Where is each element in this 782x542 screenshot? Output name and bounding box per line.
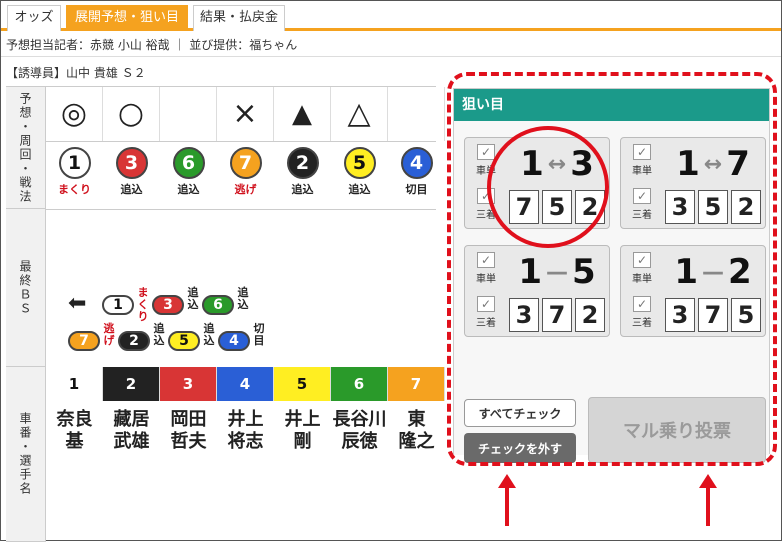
bib-number: 4 — [217, 367, 274, 401]
rider-name[interactable]: 岡田 哲夫 — [160, 409, 217, 453]
rider-tactic: 追込 — [348, 183, 371, 196]
bib-number: 3 — [160, 367, 217, 401]
bib-number: 5 — [274, 367, 331, 401]
bib-number: 1 — [46, 367, 103, 401]
row-label-final-bs: 最終ＢＳ — [6, 209, 46, 367]
prediction-mark: ○ — [103, 87, 160, 141]
prediction-mark: △ — [331, 87, 388, 141]
formation-tactic: 逃げ — [103, 322, 115, 347]
formation-rider: 5 — [168, 331, 200, 351]
row-label-bib: 車番・選手名 — [6, 367, 46, 542]
rider-prediction: 5 追込 — [331, 145, 388, 199]
rider-number-circle: 4 — [400, 147, 433, 179]
rider-tactic: 追込 — [291, 183, 314, 196]
rider-tactic: 追込 — [177, 183, 200, 196]
formation-rider: 7 — [68, 331, 100, 351]
left-arrow-icon: ⬅ — [68, 291, 87, 316]
formation-rider: 6 — [202, 295, 234, 315]
reporter-line: 予想担当記者：赤競 小山 裕哉 ｜ 並び提供：福ちゃん — [6, 38, 298, 52]
rider-number-circle: 3 — [115, 147, 148, 179]
formation-tactic: 追込 — [237, 286, 249, 311]
formation-rider: 2 — [118, 331, 150, 351]
rider-tactic: 切目 — [405, 183, 428, 196]
rider-name[interactable]: 藏居 武雄 — [103, 409, 160, 453]
rider-name[interactable]: 井上 剛 — [274, 409, 331, 453]
rider-name[interactable]: 東 隆之 — [388, 409, 445, 453]
rider-tactic: 逃げ — [234, 183, 257, 196]
bib-number: 7 — [388, 367, 445, 401]
rider-number-circle: 5 — [343, 147, 376, 179]
formation-tactic: 追込 — [203, 322, 215, 347]
row-label-prediction: 予想・周回・戦法 — [6, 87, 46, 209]
prediction-mark: ▲ — [274, 87, 331, 141]
rider-number-circle: 6 — [172, 147, 205, 179]
formation-tactic: まくり — [137, 286, 149, 323]
formation-tactic: 追込 — [153, 322, 165, 347]
rider-number-circle: 7 — [229, 147, 262, 179]
rider-name[interactable]: 奈良 基 — [46, 409, 103, 453]
highlight-dashed-frame — [447, 72, 777, 466]
prediction-mark: ◎ — [46, 87, 103, 141]
rider-name[interactable]: 井上 将志 — [217, 409, 274, 453]
rider-prediction: 6 追込 — [160, 145, 217, 199]
up-arrow-icon — [706, 486, 710, 526]
rider-prediction: 7 逃げ — [217, 145, 274, 199]
race-table: 予想・周回・戦法 最終ＢＳ 車番・選手名 ◎ 1 まくり 1 奈良 基 ○ 3 追込 2 藏居 武… — [6, 86, 445, 542]
bib-number: 6 — [331, 367, 388, 401]
formation-tactic: 追込 — [187, 286, 199, 311]
highlight-circle — [487, 126, 609, 248]
tab-results[interactable]: 結果・払戻金 — [193, 5, 285, 31]
rider-tactic: 追込 — [120, 183, 143, 196]
rider-name[interactable]: 長谷川 辰徳 — [331, 409, 388, 453]
divider — [46, 209, 436, 210]
prediction-mark — [160, 87, 217, 141]
prediction-mark: × — [217, 87, 274, 141]
tab-bar: オッズ 展開予想・狙い目 結果・払戻金 — [1, 1, 781, 31]
formation-rider: 1 — [102, 295, 134, 315]
rider-prediction: 3 追込 — [103, 145, 160, 199]
rider-number-circle: 2 — [286, 147, 319, 179]
divider — [1, 56, 781, 57]
tab-prediction[interactable]: 展開予想・狙い目 — [66, 5, 188, 31]
rider-number-circle: 1 — [58, 147, 91, 179]
bib-number: 2 — [103, 367, 160, 401]
guide-line: 【誘導員】山中 貴雄 Ｓ２ — [6, 66, 146, 80]
rider-prediction: 4 切目 — [388, 145, 445, 199]
tab-odds[interactable]: オッズ — [7, 5, 61, 31]
formation-rider: 3 — [152, 295, 184, 315]
formation-tactic: 切目 — [253, 322, 265, 347]
divider — [46, 141, 436, 142]
rider-tactic: まくり — [58, 183, 91, 196]
up-arrow-icon — [505, 486, 509, 526]
rider-prediction: 2 追込 — [274, 145, 331, 199]
prediction-mark — [388, 87, 445, 141]
rider-prediction: 1 まくり — [46, 145, 103, 199]
formation-rider: 4 — [218, 331, 250, 351]
